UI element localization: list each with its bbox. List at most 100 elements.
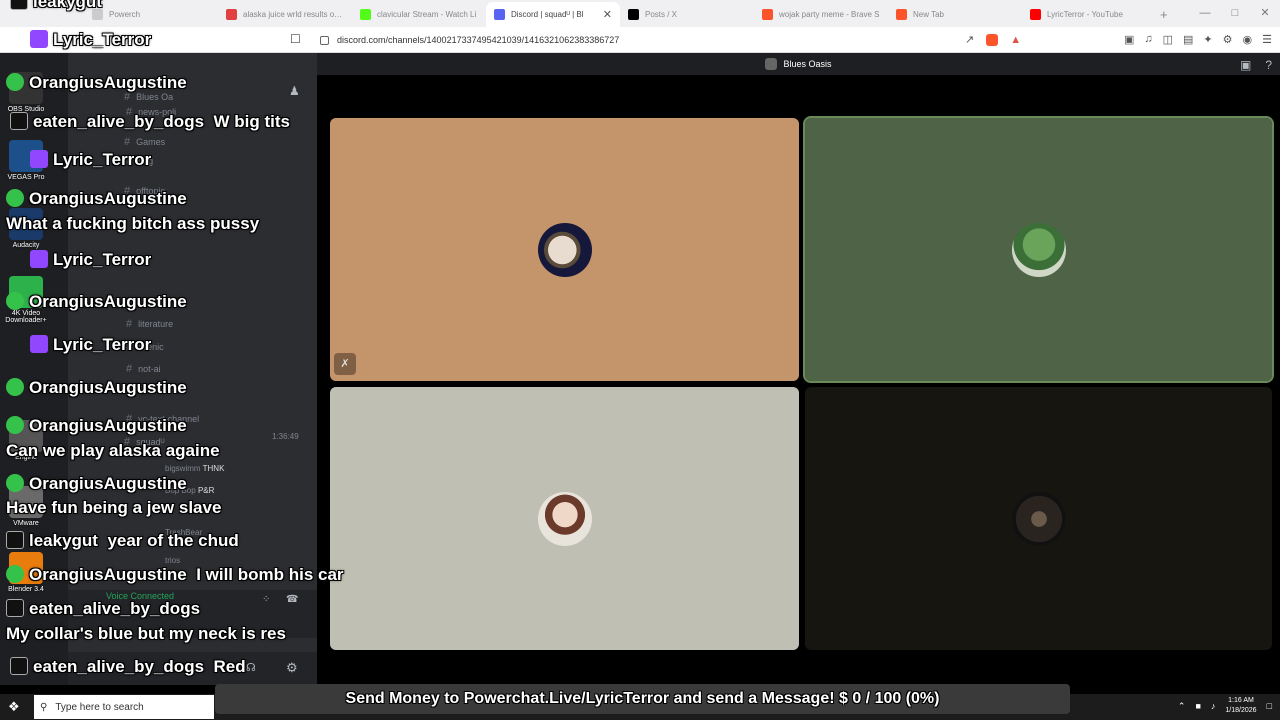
tab-title: New Tab	[913, 10, 944, 19]
url-text: discord.com/channels/1400217337495421039…	[337, 35, 620, 45]
participant-avatar	[1011, 222, 1066, 277]
close-tab-icon[interactable]: ✕	[603, 8, 612, 21]
chat-text: year of the chud	[107, 531, 239, 550]
participant-avatar	[537, 222, 592, 277]
member-tag: P&R	[197, 486, 215, 495]
taskbar-search[interactable]: ⚲ Type here to search	[34, 695, 214, 719]
chat-username: Lyric_Terror	[53, 335, 152, 354]
wallet-icon[interactable]: ▤	[1183, 33, 1193, 46]
hash-icon: #	[126, 363, 133, 375]
headphones-icon[interactable]: ☊	[246, 661, 256, 674]
settings-icon[interactable]: ⚙	[286, 660, 298, 676]
kick-icon	[6, 474, 24, 492]
browser-tab[interactable]: Posts / X	[620, 2, 754, 27]
participant-avatar	[537, 491, 592, 546]
kick-icon	[6, 565, 24, 583]
hash-icon: #	[124, 136, 131, 148]
donation-banner: Send Money to Powerchat.Live/LyricTerror…	[215, 684, 1070, 714]
tab-title: LyricTerror - YouTube	[1047, 10, 1123, 19]
volume-icon[interactable]: ♪	[1211, 701, 1216, 711]
participant-avatar	[1011, 491, 1066, 546]
browser-tab[interactable]: wojak party meme - Brave S	[754, 2, 888, 27]
chat-username: Lyric_Terror	[53, 30, 152, 49]
participant-tile[interactable]	[803, 116, 1274, 383]
participant-tile[interactable]: ✗	[330, 118, 799, 381]
site-info-icon[interactable]	[320, 35, 329, 45]
chat-username: Lyric_Terror	[53, 150, 152, 169]
voice-member[interactable]: bigswimm THNK	[165, 464, 224, 473]
popout-icon[interactable]: ▣	[1240, 58, 1251, 72]
channel-item[interactable]: # literature	[126, 318, 173, 330]
x-icon	[10, 657, 28, 675]
chat-message: eaten_alive_by_dogs Red	[10, 657, 246, 677]
chat-username: eaten_alive_by_dogs	[33, 112, 205, 131]
tab-title: Powerch	[109, 10, 141, 19]
x-icon	[6, 531, 24, 549]
chat-message: eaten_alive_by_dogs W big tits	[10, 112, 290, 132]
browser-tab[interactable]: Powerch	[84, 2, 218, 27]
leo-icon[interactable]: ✦	[1203, 33, 1212, 46]
participant-tile[interactable]	[805, 387, 1272, 650]
show-hidden-icons[interactable]: ⌃	[1178, 701, 1186, 712]
sidebar-icon[interactable]: ◫	[1163, 33, 1173, 46]
chat-message: Lyric_Terror	[30, 30, 151, 50]
noise-suppression-icon[interactable]: ⁘	[262, 594, 270, 605]
help-icon[interactable]: ?	[1265, 58, 1272, 72]
participant-tile[interactable]	[330, 387, 799, 650]
kick-icon	[6, 73, 24, 91]
close-window-button[interactable]: ✕	[1250, 0, 1280, 27]
chat-username: OrangiusAugustine	[29, 565, 187, 584]
chat-message: Lyric_Terror	[30, 250, 151, 270]
cast-icon[interactable]: ▣	[1124, 33, 1134, 46]
browser-tab[interactable]: alaska juice wrld results on S	[218, 2, 352, 27]
screen: Powerch alaska juice wrld results on S cla…	[0, 0, 1280, 720]
browser-tab[interactable]: Discord | squadᵁ | Bl ✕	[486, 2, 620, 27]
chat-username: leakygut	[29, 531, 98, 550]
chat-username: OrangiusAugustine	[29, 416, 187, 435]
url-field[interactable]: discord.com/channels/1400217337495421039…	[320, 32, 1040, 48]
music-icon[interactable]: ♫	[1144, 33, 1152, 46]
tab-favicon-icon	[896, 9, 907, 20]
channel-name: literature	[138, 319, 174, 329]
hash-icon: #	[126, 318, 133, 330]
vpn-icon[interactable]: ◉	[1243, 33, 1253, 46]
muted-icon: ✗	[334, 353, 356, 375]
twitch-icon	[30, 30, 48, 48]
chat-message: OrangiusAugustine I will bomb his car	[6, 565, 344, 585]
tab-favicon-icon	[762, 9, 773, 20]
menu-icon[interactable]: ☰	[1262, 33, 1272, 46]
windows-start-icon[interactable]: ❖	[8, 699, 20, 715]
browser-tab[interactable]: clavicular Stream - Watch Li	[352, 2, 486, 27]
browser-tab[interactable]: New Tab	[888, 2, 1022, 27]
browser-tab-strip: Powerch alaska juice wrld results on S cla…	[0, 0, 1280, 27]
brave-shields-icon[interactable]	[986, 33, 999, 46]
brave-rewards-icon[interactable]: ▲	[1010, 34, 1021, 46]
chat-username: OrangiusAugustine	[29, 474, 187, 493]
chat-text: Have fun being a jew slave	[6, 498, 222, 517]
tab-favicon-icon	[1030, 9, 1041, 20]
chat-message: Lyric_Terror	[30, 335, 151, 355]
network-icon[interactable]: ■	[1195, 701, 1200, 711]
chat-message: OrangiusAugustine	[6, 73, 187, 93]
disconnect-icon[interactable]: ☎	[286, 594, 298, 605]
chat-text: W big tits	[213, 112, 290, 131]
add-member-icon[interactable]: ♟	[289, 84, 300, 98]
new-tab-button[interactable]: +	[1160, 2, 1168, 27]
browser-tab[interactable]: LyricTerror - YouTube	[1022, 2, 1156, 27]
channel-item[interactable]: # not-ai	[126, 363, 161, 375]
extensions-icon[interactable]: ⚙	[1223, 33, 1233, 46]
voice-member[interactable]: trios	[165, 556, 180, 565]
maximize-button[interactable]: □	[1220, 0, 1250, 27]
chat-text: Can we play alaska againe	[6, 441, 220, 460]
chat-username: leakygut	[33, 0, 102, 11]
chat-message: OrangiusAugustine	[6, 416, 187, 436]
chat-message: What a fucking bitch ass pussy	[6, 214, 259, 234]
notifications-icon[interactable]: □	[1267, 701, 1272, 711]
minimize-button[interactable]: —	[1190, 0, 1220, 27]
clock[interactable]: 1:16 AM 1/18/2026	[1225, 696, 1256, 716]
tab-favicon-icon	[360, 9, 371, 20]
channel-name: Games	[136, 137, 166, 147]
bookmark-icon[interactable]: ☐	[290, 32, 301, 46]
channel-item[interactable]: # Games	[124, 136, 165, 148]
share-icon[interactable]: ↗	[965, 33, 974, 46]
